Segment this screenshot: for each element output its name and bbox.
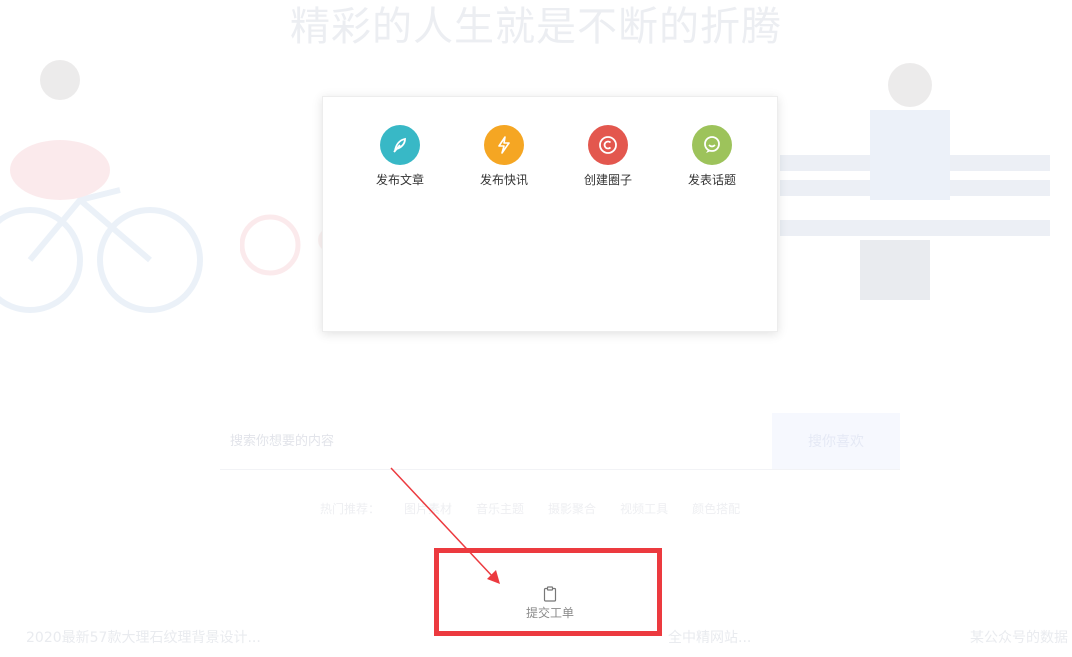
annotation-arrow [390, 467, 500, 584]
